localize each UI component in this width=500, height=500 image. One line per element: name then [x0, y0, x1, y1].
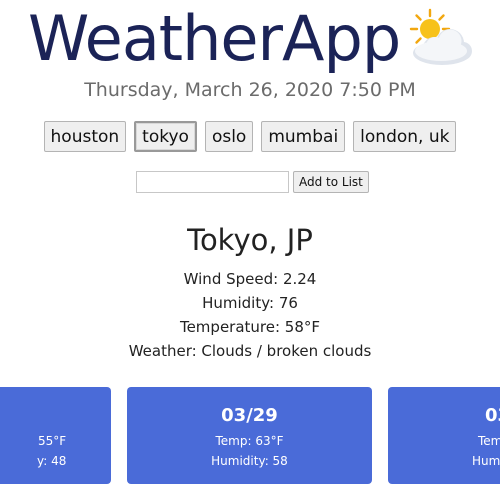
forecast-temp: Tem — [478, 434, 500, 448]
forecast-card: 28 55°F y: 48 — [0, 387, 111, 484]
forecast-temp: Temp: 63°F — [215, 434, 284, 448]
forecast-card: 03 Tem Hum — [388, 387, 500, 484]
current-datetime: Thursday, March 26, 2020 7:50 PM — [84, 79, 416, 101]
forecast-date: 03/29 — [221, 405, 278, 426]
city-button-houston[interactable]: houston — [43, 121, 127, 152]
current-city-name: Tokyo, JP — [187, 223, 313, 257]
city-list: houston tokyo oslo mumbai london, uk — [0, 121, 500, 152]
weather-app-page: WeatherApp Thursday, March 26, 2020 7:50… — [0, 0, 500, 500]
temperature: Temperature: 58°F — [179, 318, 321, 336]
forecast-humidity: y: 48 — [37, 454, 67, 468]
add-city-form: Add to List — [136, 171, 369, 193]
forecast-temp: 55°F — [38, 434, 67, 448]
sun-behind-cloud-icon — [409, 8, 472, 65]
weather-description: Weather: Clouds / broken clouds — [128, 342, 372, 360]
forecast-humidity: Humidity: 58 — [211, 454, 288, 468]
forecast-date: 03 — [485, 405, 500, 426]
forecast-humidity: Hum — [472, 454, 500, 468]
humidity: Humidity: 76 — [202, 294, 298, 312]
city-button-london-uk[interactable]: london, uk — [353, 121, 457, 152]
city-button-oslo[interactable]: oslo — [204, 121, 254, 152]
city-input[interactable] — [136, 171, 289, 193]
forecast-card: 03/29 Temp: 63°F Humidity: 58 — [127, 387, 372, 484]
add-to-list-button[interactable]: Add to List — [293, 171, 369, 193]
city-button-tokyo[interactable]: tokyo — [134, 121, 197, 152]
wind-speed: Wind Speed: 2.24 — [183, 270, 317, 288]
app-title: WeatherApp — [28, 2, 401, 75]
city-button-mumbai[interactable]: mumbai — [261, 121, 346, 152]
